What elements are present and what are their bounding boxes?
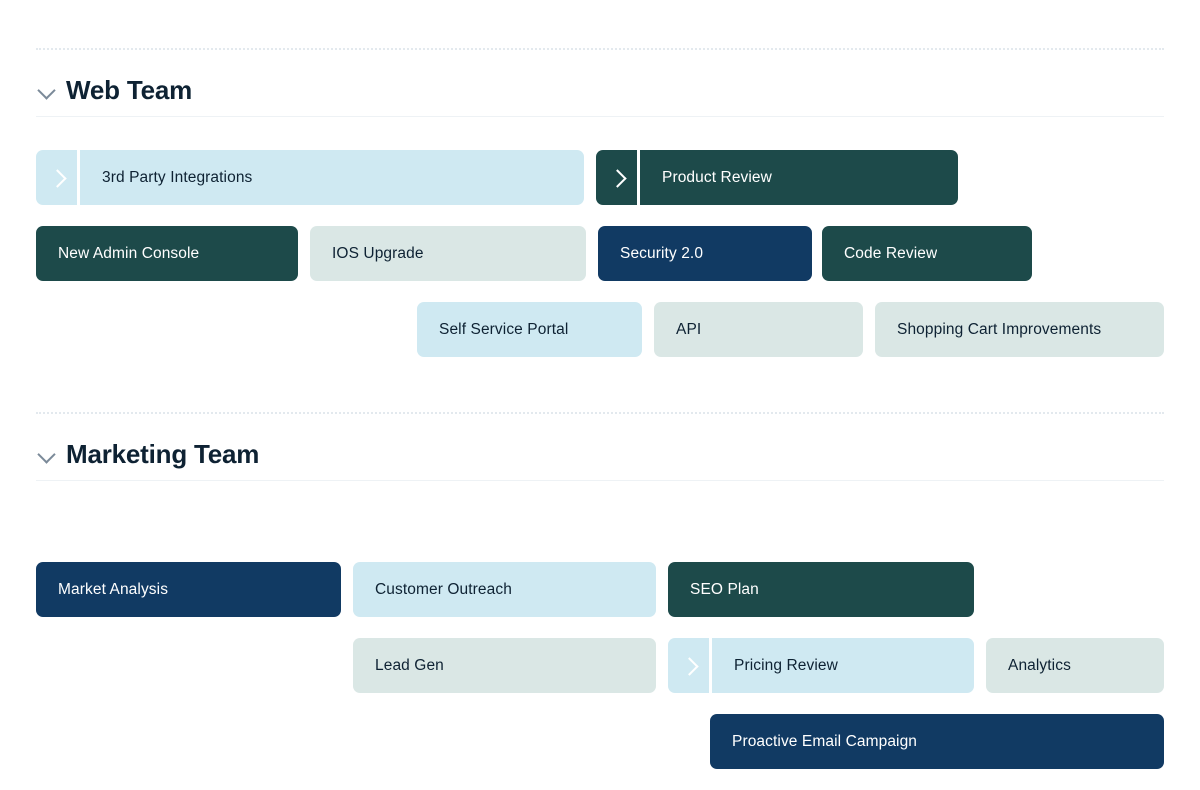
task-bar-label: Pricing Review (734, 656, 838, 674)
task-bar-body[interactable]: Analytics (986, 638, 1164, 693)
group-title: Web Team (66, 75, 193, 105)
task-bar[interactable]: 3rd Party Integrations (36, 150, 584, 205)
task-bar[interactable]: New Admin Console (36, 226, 298, 281)
task-bar[interactable]: Proactive Email Campaign (710, 714, 1164, 769)
task-bar-label: New Admin Console (58, 244, 200, 262)
chevron-down-icon[interactable] (36, 79, 58, 101)
swimlane-bars: Market Analysis Customer Outreach SEO Plan… (0, 562, 1200, 790)
task-bar-label: Product Review (662, 168, 772, 186)
task-bar-label: IOS Upgrade (332, 244, 424, 262)
task-bar[interactable]: API (654, 302, 863, 357)
swimlane-bars: 3rd Party Integrations Product Review New … (0, 150, 1200, 378)
task-bar-label: Code Review (844, 244, 938, 262)
group-header-web-team[interactable]: Web Team (36, 70, 192, 110)
task-bar[interactable]: IOS Upgrade (310, 226, 586, 281)
chevron-down-icon[interactable] (36, 443, 58, 465)
task-bar-body[interactable]: Customer Outreach (353, 562, 656, 617)
group-top-divider (36, 48, 1164, 50)
task-bar-label: Customer Outreach (375, 580, 512, 598)
task-bar[interactable]: Pricing Review (668, 638, 974, 693)
swimlane-group: Marketing Team (0, 412, 1200, 512)
task-bar-body[interactable]: Lead Gen (353, 638, 656, 693)
task-bar-body[interactable]: Security 2.0 (598, 226, 812, 281)
task-bar-label: Market Analysis (58, 580, 169, 598)
task-bar[interactable]: Market Analysis (36, 562, 341, 617)
chevron-right-icon[interactable] (608, 169, 626, 187)
task-expand-handle[interactable] (668, 638, 712, 693)
group-title: Marketing Team (66, 439, 260, 469)
task-bar-label: Analytics (1008, 656, 1071, 674)
chevron-right-icon[interactable] (48, 169, 66, 187)
task-bar-label: 3rd Party Integrations (102, 168, 253, 186)
task-bar-label: Security 2.0 (620, 244, 704, 262)
task-bar[interactable]: Security 2.0 (598, 226, 812, 281)
group-header-marketing-team[interactable]: Marketing Team (36, 434, 259, 474)
task-bar-body[interactable]: Pricing Review (712, 638, 974, 693)
task-bar-body[interactable]: IOS Upgrade (310, 226, 586, 281)
task-bar-body[interactable]: Market Analysis (36, 562, 341, 617)
task-bar-body[interactable]: Self Service Portal (417, 302, 642, 357)
group-bottom-divider (36, 116, 1164, 117)
task-bar-body[interactable]: Code Review (822, 226, 1032, 281)
task-bar-label: Lead Gen (375, 656, 444, 674)
task-bar[interactable]: Analytics (986, 638, 1164, 693)
task-bar-label: Self Service Portal (439, 320, 569, 338)
task-bar-body[interactable]: SEO Plan (668, 562, 974, 617)
task-bar[interactable]: Shopping Cart Improvements (875, 302, 1164, 357)
task-bar-label: API (676, 320, 702, 338)
group-top-divider (36, 412, 1164, 414)
task-bar[interactable]: Self Service Portal (417, 302, 642, 357)
swimlane-group: Web Team (0, 48, 1200, 148)
task-expand-handle[interactable] (36, 150, 80, 205)
task-bar[interactable]: Customer Outreach (353, 562, 656, 617)
task-bar[interactable]: Lead Gen (353, 638, 656, 693)
task-bar-body[interactable]: Product Review (640, 150, 958, 205)
task-bar[interactable]: SEO Plan (668, 562, 974, 617)
task-bar-body[interactable]: API (654, 302, 863, 357)
task-bar-body[interactable]: New Admin Console (36, 226, 298, 281)
chevron-right-icon[interactable] (680, 657, 698, 675)
task-bar-label: Shopping Cart Improvements (897, 320, 1102, 338)
task-bar-body[interactable]: Proactive Email Campaign (710, 714, 1164, 769)
task-bar-label: SEO Plan (690, 580, 759, 598)
roadmap-board: Web Team 3rd Party Integrations Product Re… (0, 0, 1200, 780)
task-bar-label: Proactive Email Campaign (732, 732, 918, 750)
task-bar-body[interactable]: Shopping Cart Improvements (875, 302, 1164, 357)
task-expand-handle[interactable] (596, 150, 640, 205)
task-bar-body[interactable]: 3rd Party Integrations (80, 150, 584, 205)
task-bar[interactable]: Product Review (596, 150, 958, 205)
task-bar[interactable]: Code Review (822, 226, 1032, 281)
group-bottom-divider (36, 480, 1164, 481)
